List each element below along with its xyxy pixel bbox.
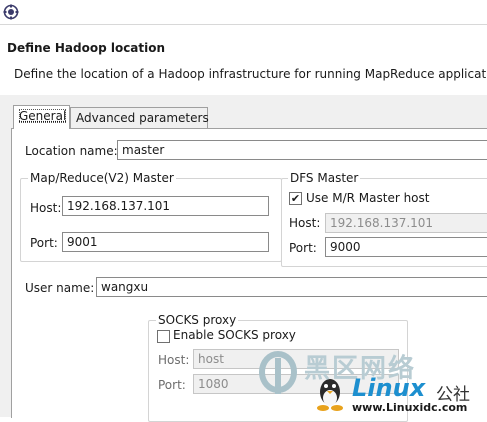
window-titlebar — [0, 0, 487, 24]
tab-general[interactable]: General — [13, 105, 70, 129]
tab-advanced-parameters-label: Advanced parameters — [76, 111, 209, 125]
location-name-label: Location name: — [25, 144, 118, 158]
user-name-field[interactable]: wangxu — [96, 277, 487, 297]
dialog-title: Define Hadoop location — [7, 41, 166, 55]
mr-port-label: Port: — [30, 236, 58, 250]
tab-general-label: General — [19, 109, 67, 123]
dfs-port-field[interactable]: 9000 — [325, 237, 487, 257]
user-name-label: User name: — [25, 281, 95, 295]
eclipse-app-icon — [3, 4, 19, 20]
mr-host-label: Host: — [30, 201, 62, 215]
socks-port-field[interactable]: 1080 — [193, 374, 399, 394]
use-mr-host-checkbox[interactable]: ✔ — [289, 192, 302, 205]
mr-port-field[interactable]: 9001 — [62, 232, 269, 252]
dialog-description: Define the location of a Hadoop infrastr… — [14, 67, 487, 81]
dfs-port-label: Port: — [289, 241, 317, 255]
use-mr-host-label: Use M/R Master host — [306, 191, 430, 205]
socks-port-label: Port: — [158, 378, 186, 392]
socks-proxy-group-title: SOCKS proxy — [156, 313, 239, 327]
socks-host-field[interactable]: host — [193, 349, 399, 369]
dfs-host-label: Host: — [289, 216, 321, 230]
location-name-field[interactable]: master — [117, 140, 487, 160]
mr-master-group-title: Map/Reduce(V2) Master — [28, 171, 176, 185]
tab-advanced-parameters[interactable]: Advanced parameters — [70, 107, 209, 129]
enable-socks-checkbox[interactable] — [157, 330, 170, 343]
enable-socks-label: Enable SOCKS proxy — [173, 328, 296, 342]
general-tab-panel: Location name: master Map/Reduce(V2) Mas… — [11, 128, 487, 422]
dfs-host-field[interactable]: 192.168.137.101 — [325, 213, 487, 233]
socks-host-label: Host: — [158, 353, 190, 367]
mr-host-field[interactable]: 192.168.137.101 — [62, 196, 269, 216]
dialog-header: Define Hadoop location Define the locati… — [0, 24, 487, 96]
dfs-master-group-title: DFS Master — [288, 171, 361, 185]
